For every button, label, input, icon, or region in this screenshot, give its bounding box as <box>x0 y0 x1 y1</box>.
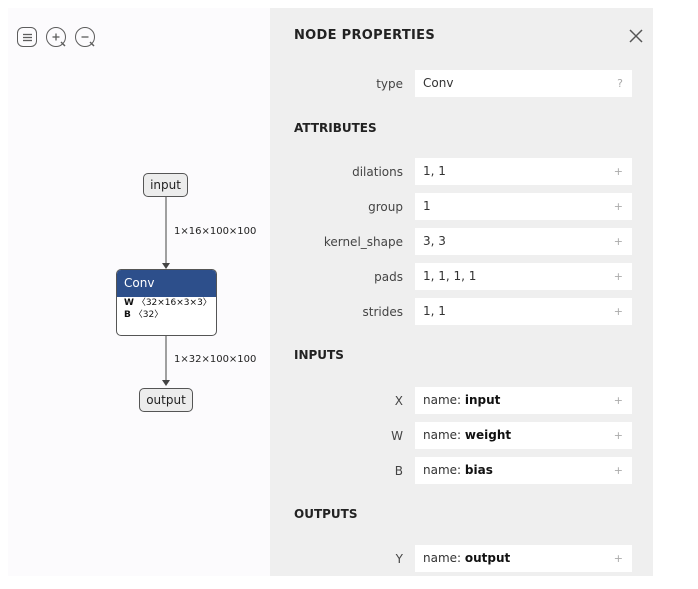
attr-text-strides: 1, 1 <box>423 304 446 318</box>
edge-label-input: 1×16×100×100 <box>174 226 257 237</box>
input-key-x: name: <box>423 393 465 407</box>
input-name-x: input <box>464 393 501 407</box>
input-name-b: bias <box>464 463 493 477</box>
conv-bias-name: B <box>124 310 131 320</box>
edge-arrow-output <box>162 380 170 386</box>
zoom-in-icon[interactable] <box>46 27 66 47</box>
conv-node-title: Conv <box>117 270 216 297</box>
output-node[interactable]: output <box>139 388 193 412</box>
conv-weight-name: W <box>124 298 134 308</box>
input-label-b: B <box>394 464 403 478</box>
input-node[interactable]: input <box>143 173 188 197</box>
attr-value-strides[interactable]: 1, 1 + <box>415 298 632 325</box>
expand-icon[interactable]: + <box>614 193 623 220</box>
section-attributes: ATTRIBUTES <box>294 121 377 135</box>
output-key-y: name: <box>423 551 465 565</box>
input-key-w: name: <box>423 428 465 442</box>
expand-icon[interactable]: + <box>614 228 623 255</box>
section-inputs: INPUTS <box>294 348 344 362</box>
input-label-x: X <box>394 394 403 408</box>
attr-text-pads: 1, 1, 1, 1 <box>423 269 477 283</box>
expand-icon[interactable]: + <box>614 263 623 290</box>
input-label-w: W <box>391 429 403 443</box>
expand-icon[interactable]: + <box>614 457 623 484</box>
expand-icon[interactable]: + <box>614 545 623 572</box>
input-value-b[interactable]: name: bias + <box>415 457 632 484</box>
input-value-x[interactable]: name: input + <box>415 387 632 414</box>
help-icon[interactable]: ? <box>617 70 623 97</box>
conv-bias-row: B 〈32〉 <box>117 309 216 321</box>
section-outputs: OUTPUTS <box>294 507 358 521</box>
type-value[interactable]: Conv ? <box>415 70 632 97</box>
attr-text-kernel-shape: 3, 3 <box>423 234 446 248</box>
attr-value-pads[interactable]: 1, 1, 1, 1 + <box>415 263 632 290</box>
output-value-y[interactable]: name: output + <box>415 545 632 572</box>
close-icon[interactable] <box>629 28 643 43</box>
attr-label-kernel-shape: kernel_shape <box>323 235 403 249</box>
panel-title: NODE PROPERTIES <box>294 28 435 43</box>
conv-weight-shape: 〈32×16×3×3〉 <box>136 298 212 308</box>
attr-label-dilations: dilations <box>352 165 403 179</box>
menu-icon[interactable] <box>17 27 37 47</box>
attr-label-pads: pads <box>374 270 403 284</box>
expand-icon[interactable]: + <box>614 387 623 414</box>
graph-canvas[interactable]: input 1×16×100×100 Conv W 〈32×16×3×3〉 B … <box>8 8 271 576</box>
output-label-y: Y <box>395 552 403 566</box>
attr-value-dilations[interactable]: 1, 1 + <box>415 158 632 185</box>
attr-text-dilations: 1, 1 <box>423 164 446 178</box>
type-label: type <box>376 77 403 91</box>
input-name-w: weight <box>464 428 512 442</box>
node-properties-panel: NODE PROPERTIES type Conv ? ATTRIBUTES d… <box>270 8 653 576</box>
input-key-b: name: <box>423 463 465 477</box>
output-name-y: output <box>464 551 511 565</box>
expand-icon[interactable]: + <box>614 158 623 185</box>
conv-node[interactable]: Conv W 〈32×16×3×3〉 B 〈32〉 <box>116 269 217 336</box>
expand-icon[interactable]: + <box>614 422 623 449</box>
conv-bias-shape: 〈32〉 <box>133 310 164 320</box>
input-value-w[interactable]: name: weight + <box>415 422 632 449</box>
conv-weight-row: W 〈32×16×3×3〉 <box>117 297 216 309</box>
expand-icon[interactable]: + <box>614 298 623 325</box>
edge-label-output: 1×32×100×100 <box>174 354 257 365</box>
zoom-out-icon[interactable] <box>75 27 95 47</box>
attr-value-group[interactable]: 1 + <box>415 193 632 220</box>
attr-value-kernel-shape[interactable]: 3, 3 + <box>415 228 632 255</box>
attr-text-group: 1 <box>423 199 431 213</box>
attr-label-group: group <box>368 200 403 214</box>
attr-label-strides: strides <box>362 305 403 319</box>
type-value-text: Conv <box>423 76 454 90</box>
